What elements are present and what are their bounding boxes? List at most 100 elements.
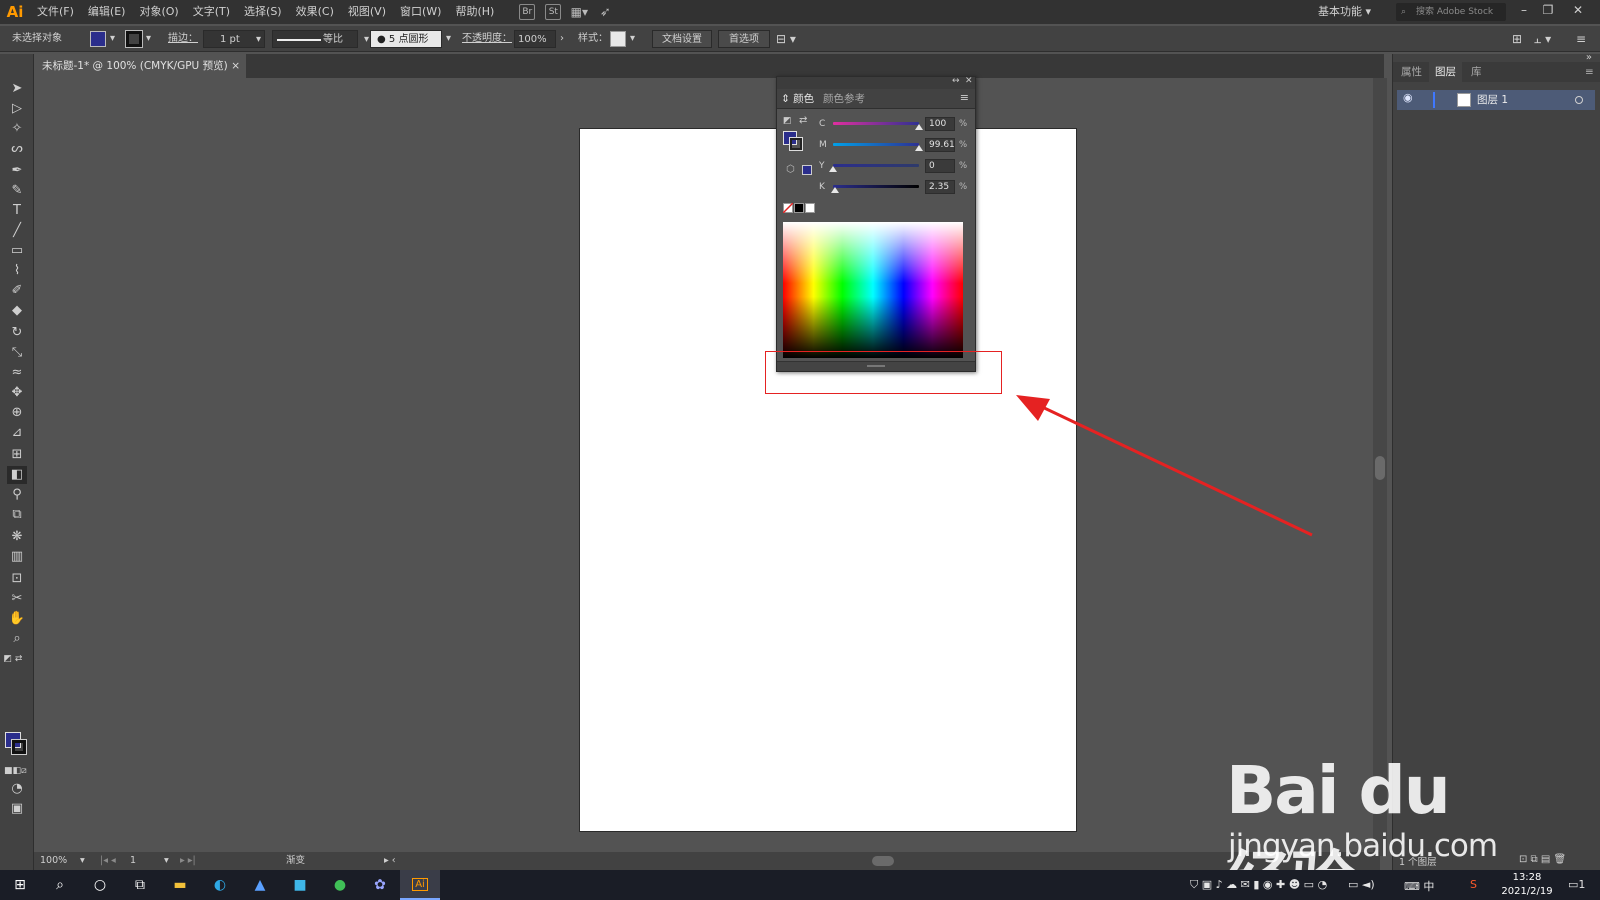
brush-definition[interactable]: ● 5 点圆形 (370, 30, 442, 48)
channel-slider-track[interactable] (833, 185, 919, 188)
stroke-label[interactable]: 描边： (168, 30, 198, 48)
color-spectrum[interactable] (783, 222, 963, 358)
file-explorer-icon[interactable]: ▬ (160, 870, 200, 900)
gradient-tool-icon[interactable]: ◧ (7, 466, 27, 484)
color-mode-icons[interactable]: ■◧⧄ (4, 762, 27, 780)
antivirus-icon[interactable]: S (1470, 878, 1477, 891)
taskbar-search-icon[interactable]: ⌕ (40, 870, 80, 900)
magic-wand-tool-icon[interactable]: ✧ (7, 120, 27, 138)
menu-effect[interactable]: 效果(C) (289, 0, 341, 24)
workspace-switcher[interactable]: 基本功能 ▾ (1318, 0, 1371, 24)
close-tab-icon[interactable]: × (231, 54, 240, 78)
panel-stroke-swatch[interactable] (789, 137, 803, 151)
arrange-documents-icon[interactable]: ▦▾ (571, 4, 588, 20)
control-menu-icon[interactable]: ≡ (1576, 30, 1586, 48)
stroke-dropdown-icon[interactable]: ▾ (146, 30, 151, 48)
eraser-tool-icon[interactable]: ◆ (7, 302, 27, 320)
horizontal-scrollbar-thumb[interactable] (872, 856, 894, 866)
close-window-button[interactable]: ✕ (1564, 0, 1592, 22)
type-tool-icon[interactable]: T (7, 202, 27, 220)
symbol-sprayer-tool-icon[interactable]: ❋ (7, 528, 27, 546)
layer-name[interactable]: 图层 1 (1477, 90, 1508, 110)
drawing-mode-icon[interactable]: ◔ (7, 780, 27, 798)
artboard-tool-icon[interactable]: ⊡ (7, 570, 27, 588)
menu-select[interactable]: 选择(S) (237, 0, 289, 24)
network-icon[interactable]: ▭ ◄) (1348, 878, 1375, 891)
screen-mode-icon[interactable]: ▣ (7, 800, 27, 818)
paintbrush-tool-icon[interactable]: ⌇ (7, 262, 27, 280)
style-dropdown-icon[interactable]: ▾ (630, 30, 635, 48)
panel-header[interactable]: ↔ ✕ (777, 76, 975, 89)
illustrator-taskbar-button[interactable]: Ai (400, 870, 440, 900)
align-panel-icon[interactable]: ⫠ ▾ (1534, 30, 1551, 48)
zoom-tool-icon[interactable]: ⌕ (7, 630, 27, 648)
stroke-color-swatch[interactable] (11, 739, 27, 755)
direct-selection-tool-icon[interactable]: ▷ (7, 100, 27, 118)
app-icon-blue[interactable]: ▲ (240, 870, 280, 900)
selection-tool-icon[interactable]: ➤ (7, 80, 27, 98)
preferences-button[interactable]: 首选项 (718, 30, 770, 48)
tab-color-guide[interactable]: 颜色参考 (823, 89, 865, 109)
panel-menu-icon[interactable]: ≡ (960, 91, 969, 104)
tab-libraries[interactable]: 库 (1471, 62, 1482, 82)
opacity-field[interactable]: 100% (514, 30, 556, 48)
layer-target-icon[interactable] (1575, 96, 1583, 104)
channel-slider-track[interactable] (833, 143, 919, 146)
stroke-swatch[interactable] (125, 30, 143, 48)
tab-layers[interactable]: 图层 (1429, 62, 1462, 82)
lasso-tool-icon[interactable]: ᔕ (7, 140, 27, 158)
menu-view[interactable]: 视图(V) (341, 0, 393, 24)
windows-start-icon[interactable]: ⊞ (0, 870, 40, 900)
perspective-grid-tool-icon[interactable]: ⊿ (7, 424, 27, 442)
tab-color[interactable]: ⇕ 颜色 (781, 89, 814, 109)
white-swatch[interactable] (805, 203, 815, 213)
column-graph-tool-icon[interactable]: ▥ (7, 548, 27, 566)
task-view-icon[interactable]: ⧉ (120, 870, 160, 900)
shaper-tool-icon[interactable]: ✐ (7, 282, 27, 300)
artboard-dropdown-icon[interactable]: ▾ (164, 854, 169, 868)
restore-button[interactable]: ❐ (1534, 0, 1562, 22)
scrollbar-thumb[interactable] (1375, 456, 1385, 480)
scale-tool-icon[interactable]: ⤡ (7, 344, 27, 362)
blend-tool-icon[interactable]: ⧉ (7, 506, 27, 524)
layer-row[interactable]: ◉ 图层 1 (1397, 90, 1595, 110)
menu-edit[interactable]: 编辑(E) (81, 0, 133, 24)
close-panel-icon[interactable]: ✕ (965, 76, 973, 86)
status-menu-icon[interactable]: ▸ ‹ (384, 854, 396, 868)
menu-file[interactable]: 文件(F) (30, 0, 81, 24)
line-tool-icon[interactable]: ╱ (7, 222, 27, 240)
default-colors-icon[interactable]: ◩ (783, 116, 792, 126)
stock-search-input[interactable]: ⌕ 搜索 Adobe Stock (1396, 3, 1506, 21)
hand-tool-icon[interactable]: ✋ (7, 610, 27, 628)
system-tray-icons[interactable]: ⛉ ▣ ♪ ☁ ✉ ▮ ◉ ✚ ☻ ▭ ◔ (1190, 878, 1327, 892)
cortana-icon[interactable]: ○ (80, 870, 120, 900)
style-swatch[interactable] (610, 31, 626, 47)
channel-slider-track[interactable] (833, 122, 919, 125)
visibility-eye-icon[interactable]: ◉ (1403, 91, 1413, 104)
swap-colors-icon[interactable]: ⇄ (799, 115, 807, 126)
black-swatch[interactable] (794, 203, 804, 213)
menu-help[interactable]: 帮助(H) (448, 0, 501, 24)
layers-menu-icon[interactable]: ≡ (1585, 62, 1594, 82)
browser-icon[interactable]: ✿ (360, 870, 400, 900)
tab-properties[interactable]: 属性 (1401, 62, 1422, 82)
pen-tool-icon[interactable]: ✒ (7, 162, 27, 180)
fill-swatch[interactable] (90, 31, 106, 49)
slider-knob[interactable] (831, 187, 840, 193)
channel-value-field[interactable]: 100 (925, 117, 955, 131)
align-icon[interactable]: ⊟ ▾ (776, 30, 796, 48)
slice-tool-icon[interactable]: ✂ (7, 590, 27, 608)
store-icon[interactable]: ■ (280, 870, 320, 900)
warp-tool-icon[interactable]: ≈ (7, 364, 27, 382)
none-swatch[interactable] (783, 203, 793, 213)
stock-icon[interactable]: St (545, 4, 562, 20)
eyedropper-tool-icon[interactable]: ⚲ (7, 486, 27, 504)
collapse-panel-icon[interactable]: ↔ (952, 76, 960, 86)
wechat-icon[interactable]: ● (320, 870, 360, 900)
slider-knob[interactable] (829, 166, 837, 172)
zoom-dropdown-icon[interactable]: ▾ (80, 854, 85, 868)
menu-object[interactable]: 对象(O) (132, 0, 185, 24)
fill-dropdown-icon[interactable]: ▾ (110, 30, 115, 48)
default-fill-stroke-icon[interactable]: ◩ ⇄ (3, 650, 23, 668)
channel-slider-track[interactable] (833, 164, 919, 167)
